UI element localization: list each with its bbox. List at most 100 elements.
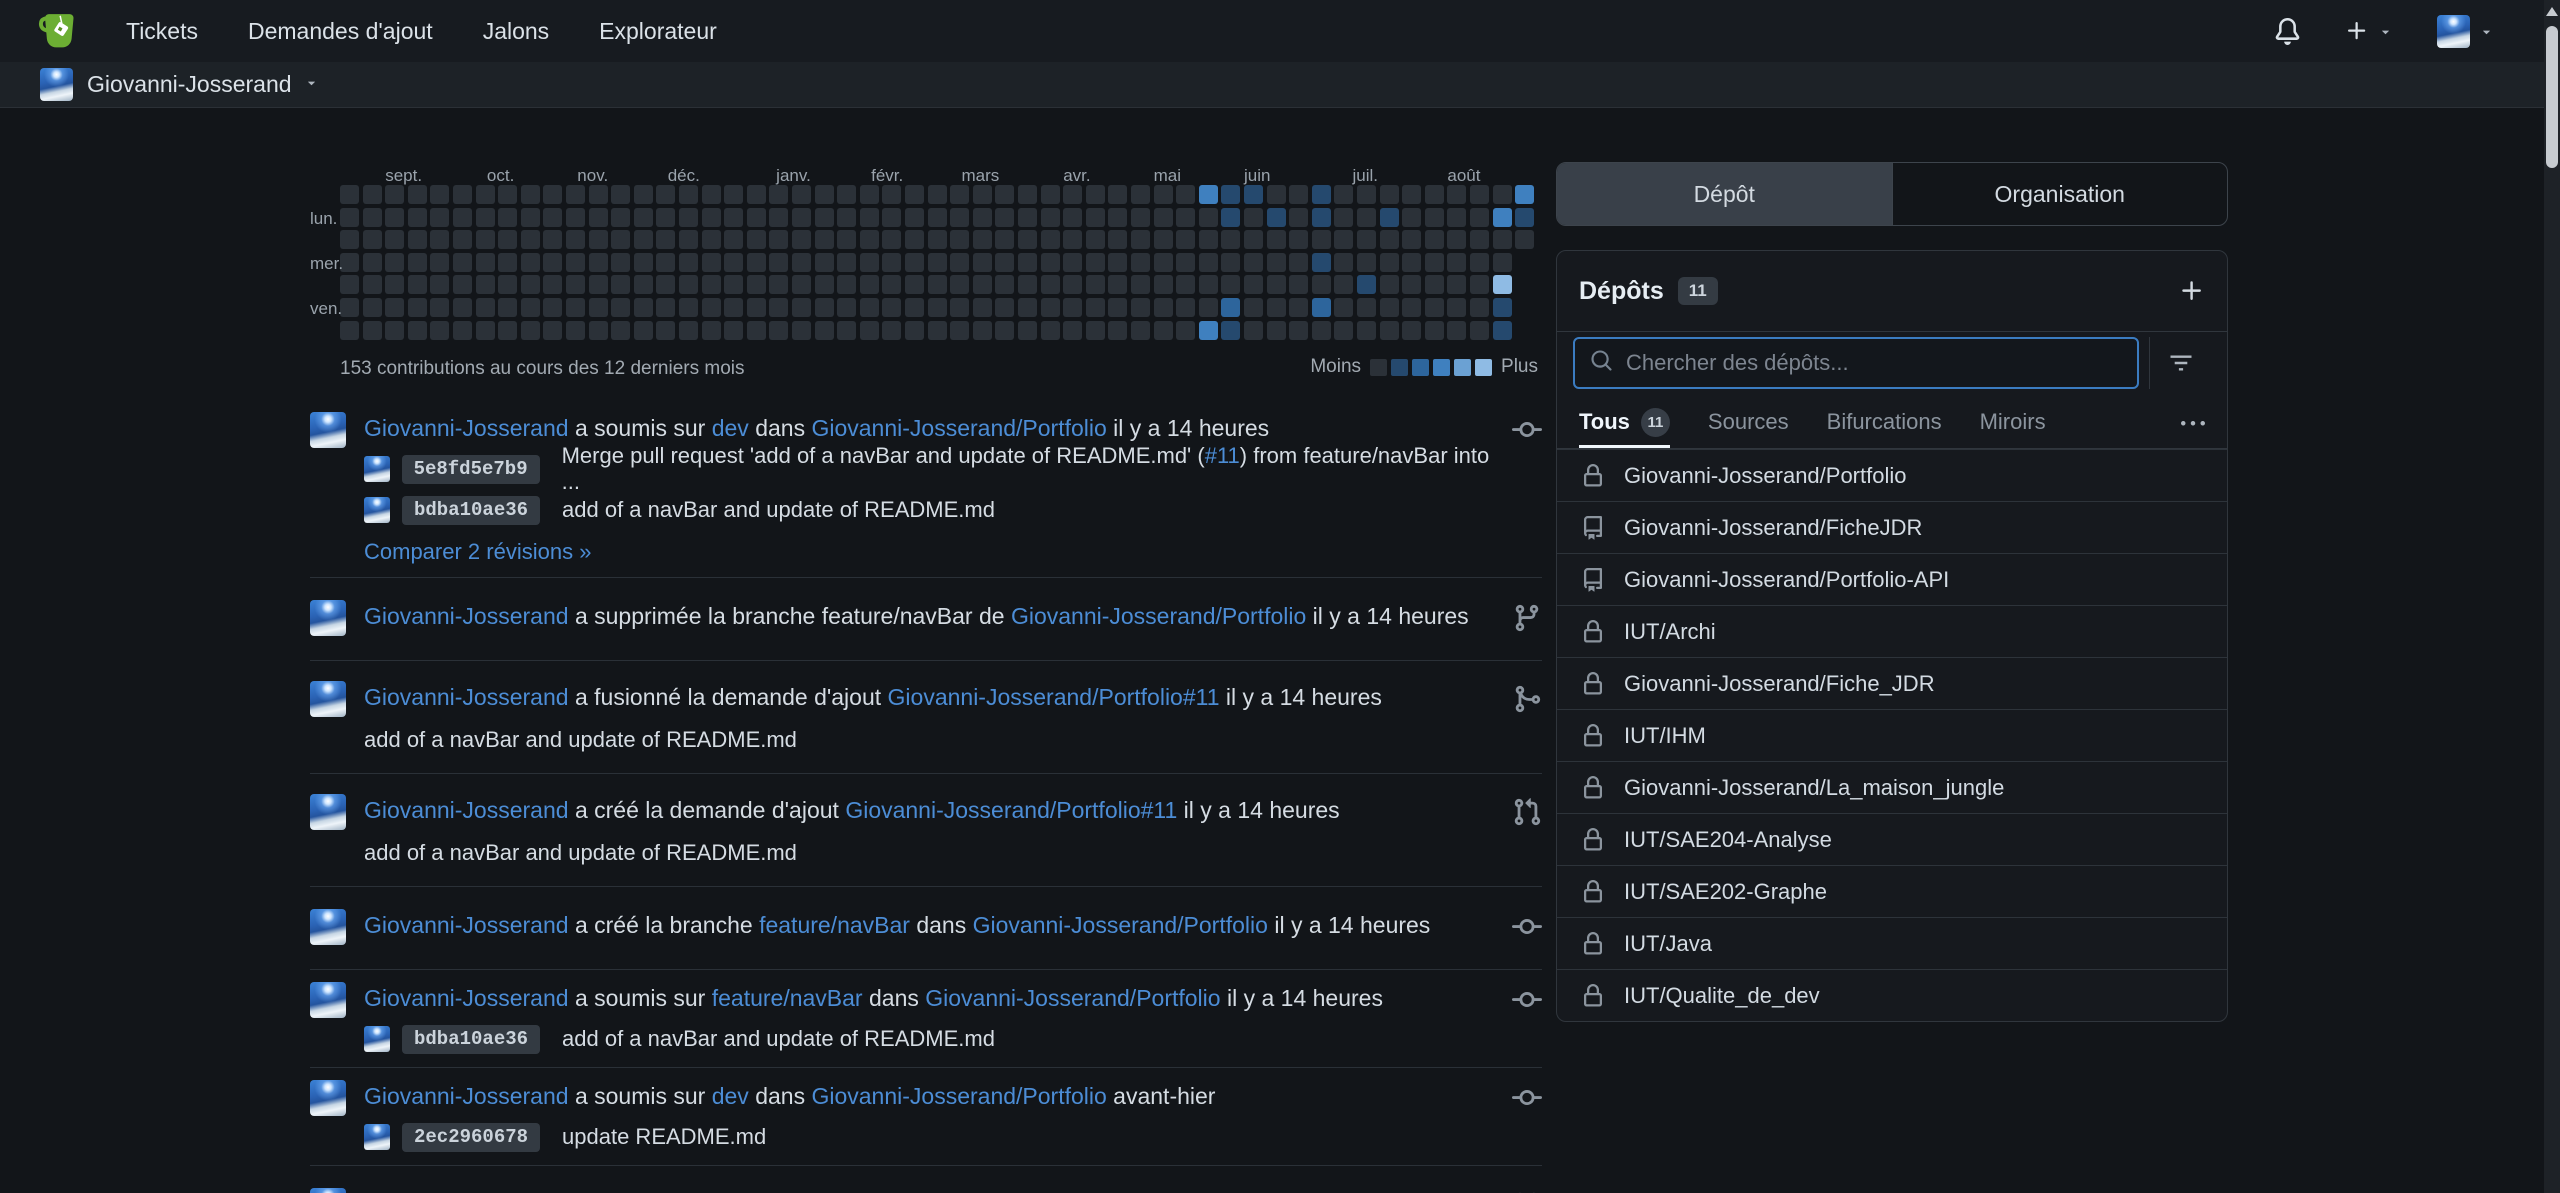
avatar <box>364 497 390 523</box>
filter-tab-sources[interactable]: Sources <box>1708 399 1789 448</box>
heatmap-cell <box>1244 298 1263 317</box>
nav-link-tickets[interactable]: Tickets <box>126 18 198 45</box>
repo-list-item[interactable]: IUT/Java <box>1557 917 2227 969</box>
activity-title: Giovanni-Josserand a fusionné la demande… <box>364 681 1498 713</box>
activity-link[interactable]: feature/navBar <box>759 912 910 938</box>
repo-search-input[interactable] <box>1626 350 2122 376</box>
heatmap-month-label: sept. <box>385 166 422 186</box>
issue-link[interactable]: #11 <box>1205 443 1240 468</box>
activity-link[interactable]: dev <box>712 1083 749 1109</box>
heatmap-cell <box>1063 208 1082 227</box>
activity-link[interactable]: Giovanni-Josserand/Portfolio <box>973 912 1268 938</box>
avatar[interactable] <box>310 600 346 636</box>
filter-tab-tous[interactable]: Tous11 <box>1579 399 1670 448</box>
filter-tab-bifurcations[interactable]: Bifurcations <box>1827 399 1942 448</box>
filter-tab-miroirs[interactable]: Miroirs <box>1980 399 2046 448</box>
commit-hash-badge[interactable]: 5e8fd5e7b9 <box>402 455 540 484</box>
activity-link[interactable]: Giovanni-Josserand <box>364 415 569 441</box>
heatmap-cell <box>1447 275 1466 294</box>
avatar[interactable] <box>310 1188 346 1193</box>
activity-link[interactable]: Giovanni-Josserand/Portfolio#11 <box>845 797 1177 823</box>
activity-link[interactable]: Giovanni-Josserand <box>364 603 569 629</box>
repo-list-item[interactable]: IUT/Archi <box>1557 605 2227 657</box>
heatmap-cell <box>1244 321 1263 340</box>
heatmap-cell <box>589 321 608 340</box>
create-new-button[interactable] <box>2345 19 2393 43</box>
scroll-up-arrow[interactable] <box>2546 7 2558 16</box>
repo-list-item[interactable]: IUT/IHM <box>1557 709 2227 761</box>
lock-icon <box>1581 828 1605 852</box>
repo-list-item[interactable]: Giovanni-Josserand/FicheJDR <box>1557 501 2227 553</box>
avatar[interactable] <box>310 412 346 448</box>
user-menu[interactable] <box>2437 15 2494 48</box>
page-scrollbar[interactable] <box>2544 0 2560 1193</box>
activity-link[interactable]: Giovanni-Josserand/Portfolio <box>925 985 1220 1011</box>
repo-list-item[interactable]: IUT/SAE202-Graphe <box>1557 865 2227 917</box>
heatmap-cell <box>950 185 969 204</box>
repo-list-item[interactable]: Giovanni-Josserand/Portfolio-API <box>1557 553 2227 605</box>
heatmap-cell <box>950 230 969 249</box>
activity-link[interactable]: Giovanni-Josserand/Portfolio <box>811 415 1106 441</box>
activity-link[interactable]: Giovanni-Josserand/Portfolio#11 <box>888 684 1220 710</box>
heatmap-cell <box>498 208 517 227</box>
heatmap-cell <box>702 298 721 317</box>
heatmap-cell <box>1086 185 1105 204</box>
tab-d-p-t[interactable]: Dépôt <box>1557 163 1892 225</box>
heatmap-cell <box>1289 275 1308 294</box>
notifications-bell-icon[interactable] <box>2274 18 2301 45</box>
avatar[interactable] <box>310 681 346 717</box>
activity-link[interactable]: Giovanni-Josserand <box>364 797 569 823</box>
activity-link[interactable]: Giovanni-Josserand/Portfolio <box>1011 603 1306 629</box>
new-repository-button[interactable] <box>2179 278 2205 304</box>
heatmap-cell <box>1493 321 1512 340</box>
repo-list-item[interactable]: Giovanni-Josserand/Fiche_JDR <box>1557 657 2227 709</box>
avatar[interactable] <box>310 909 346 945</box>
heatmap-cell <box>1086 230 1105 249</box>
heatmap-cell <box>1470 185 1489 204</box>
context-user-name[interactable]: Giovanni-Josserand <box>87 71 292 98</box>
text: add of a navBar and update of README.md <box>562 1026 995 1051</box>
heatmap-cell <box>747 230 766 249</box>
scrollbar-thumb[interactable] <box>2546 26 2558 168</box>
nav-link-explorateur[interactable]: Explorateur <box>599 18 717 45</box>
heatmap-cell <box>1221 275 1240 294</box>
heatmap-cell <box>679 185 698 204</box>
activity-link[interactable]: dev <box>712 415 749 441</box>
text: Merge pull request 'add of a navBar and … <box>562 443 1205 468</box>
heatmap-cell <box>611 185 630 204</box>
nav-link-jalons[interactable]: Jalons <box>483 18 549 45</box>
commit-hash-badge[interactable]: bdba10ae36 <box>402 1025 540 1054</box>
heatmap-cell <box>1176 298 1195 317</box>
repo-list-item[interactable]: Giovanni-Josserand/La_maison_jungle <box>1557 761 2227 813</box>
heatmap-cell <box>1267 298 1286 317</box>
chevron-down-icon[interactable] <box>304 75 319 95</box>
heatmap-cell <box>679 208 698 227</box>
more-filters-kebab-icon[interactable] <box>2181 399 2205 448</box>
nav-link-demandes-d-ajout[interactable]: Demandes d'ajout <box>248 18 433 45</box>
repo-filter-button[interactable] <box>2149 337 2211 389</box>
activity-link[interactable]: Giovanni-Josserand/Portfolio <box>811 1083 1106 1109</box>
activity-link[interactable]: Giovanni-Josserand <box>364 985 569 1011</box>
avatar[interactable] <box>310 794 346 830</box>
activity-link[interactable]: feature/navBar <box>712 985 863 1011</box>
text: a fusionné la demande d'ajout <box>569 684 888 710</box>
activity-link[interactable]: Giovanni-Josserand <box>364 684 569 710</box>
commit-hash-badge[interactable]: bdba10ae36 <box>402 496 540 525</box>
repo-list-item[interactable]: Giovanni-Josserand/Portfolio <box>1557 449 2227 501</box>
commit-hash-badge[interactable]: 2ec2960678 <box>402 1123 540 1152</box>
text: avant-hier <box>1107 1083 1216 1109</box>
avatar[interactable] <box>310 982 346 1018</box>
tab-organisation[interactable]: Organisation <box>1892 163 2228 225</box>
activity-link[interactable]: Giovanni-Josserand <box>364 1083 569 1109</box>
heatmap-cell <box>430 208 449 227</box>
gitea-logo-icon[interactable] <box>38 10 80 52</box>
heatmap-cell <box>1515 230 1534 249</box>
repo-list-item[interactable]: IUT/Qualite_de_dev <box>1557 969 2227 1021</box>
avatar[interactable] <box>310 1080 346 1116</box>
compare-revisions-link[interactable]: Comparer 2 révisions » <box>364 539 591 565</box>
activity-link[interactable]: Giovanni-Josserand <box>364 912 569 938</box>
heatmap-cell <box>385 253 404 272</box>
repo-list-item[interactable]: IUT/SAE204-Analyse <box>1557 813 2227 865</box>
heatmap-cell <box>792 185 811 204</box>
heatmap-cell <box>702 230 721 249</box>
